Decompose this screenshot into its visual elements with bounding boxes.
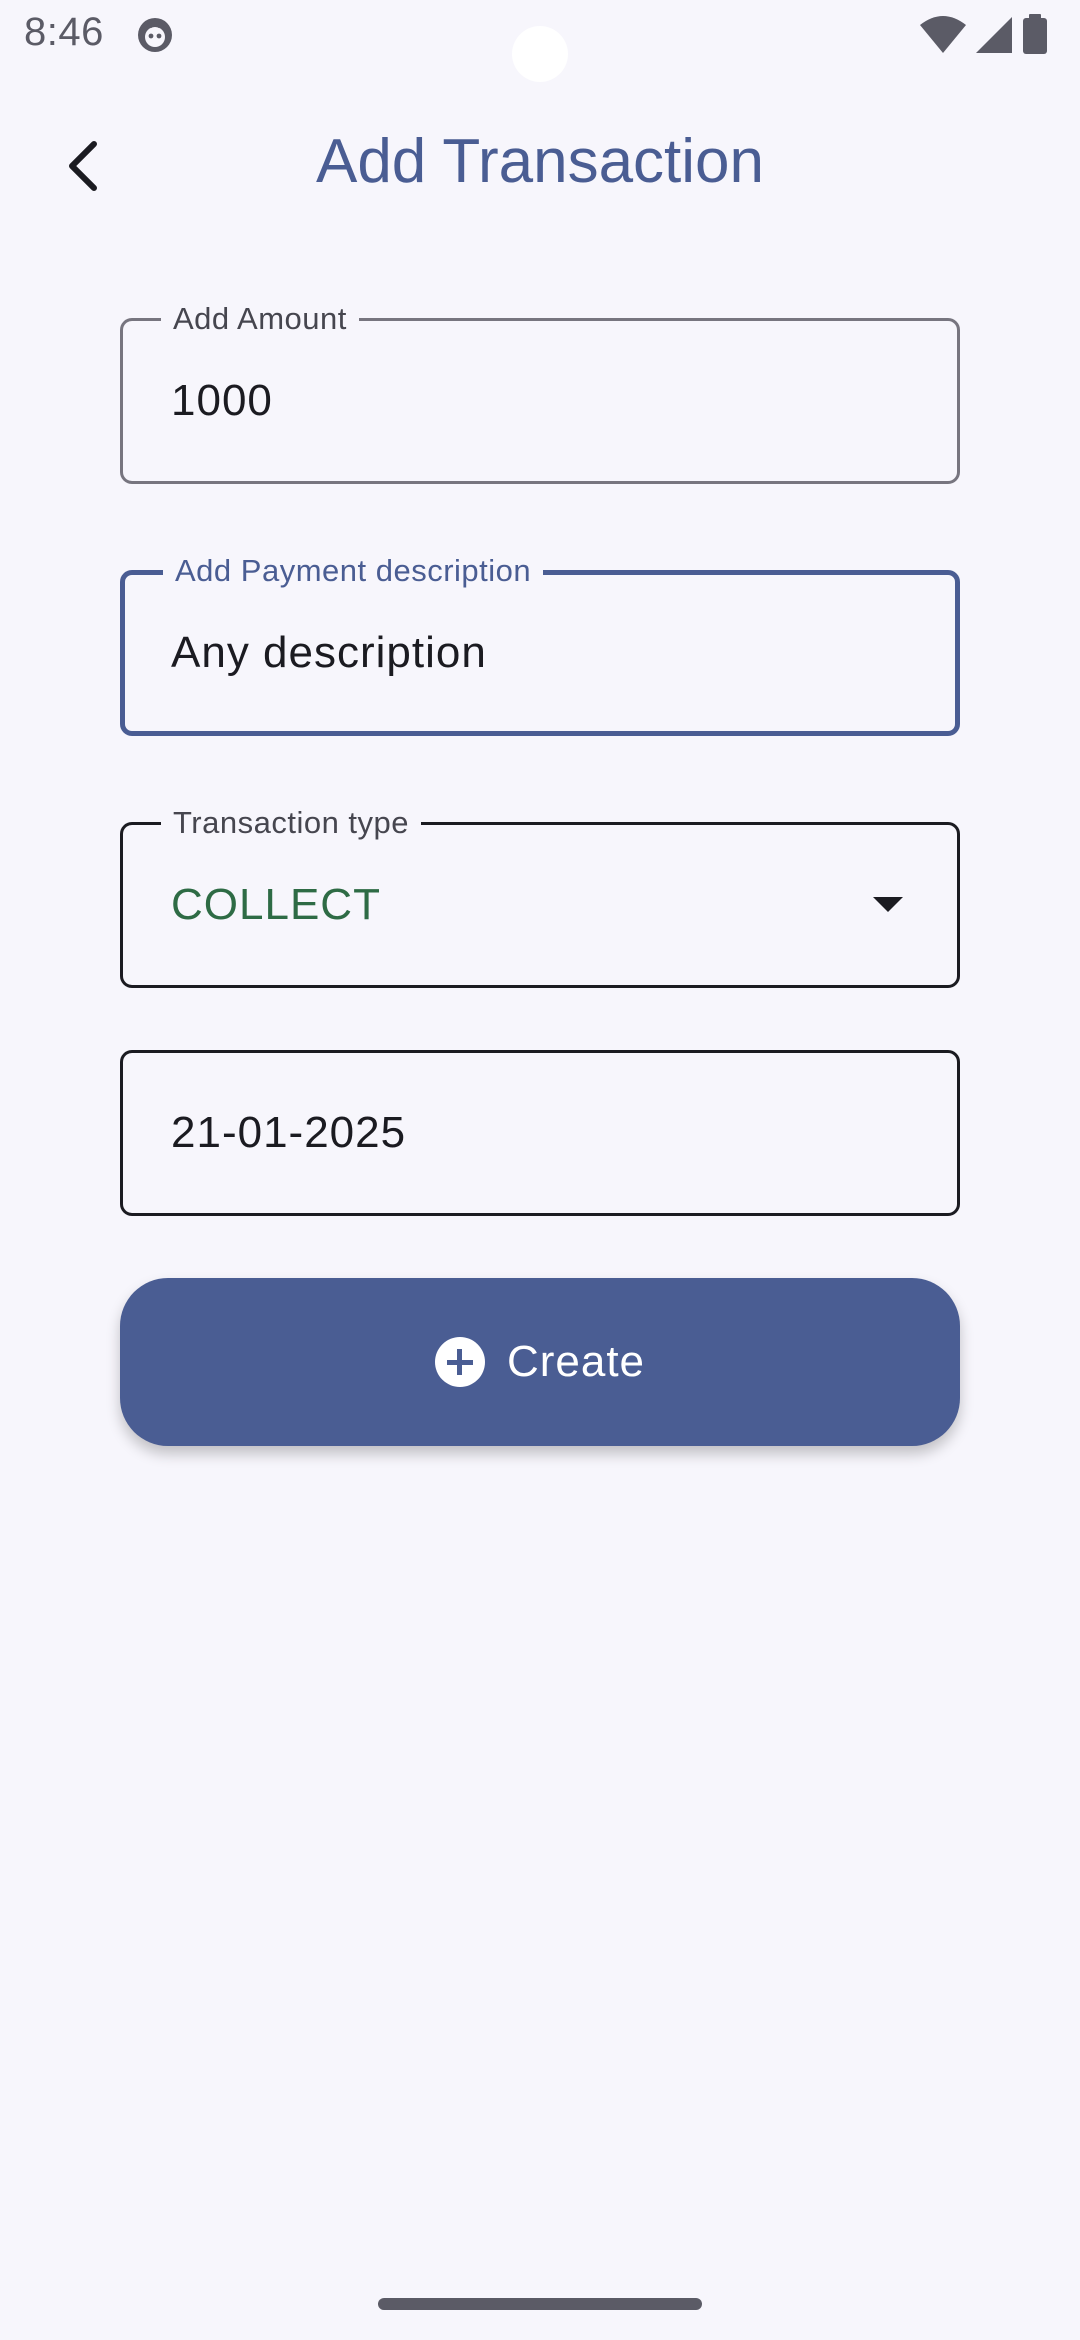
transaction-type-dropdown[interactable]: Transaction type COLLECT (120, 803, 960, 988)
create-button-label: Create (506, 1337, 646, 1386)
add-transaction-screen: 8:46 Add Transaction Add Amount 1000 Add… (0, 0, 1080, 2340)
transaction-type-value: COLLECT (171, 880, 381, 929)
status-time: 8:46 (24, 10, 104, 54)
add-circle-icon (434, 1337, 485, 1387)
page-title: Add Transaction (315, 127, 765, 196)
create-button[interactable]: Create (120, 1278, 960, 1446)
description-value: Any description (171, 628, 487, 677)
dropdown-arrow-icon[interactable] (873, 897, 903, 912)
date-field[interactable]: 21-01-2025 (120, 1050, 960, 1216)
gesture-navigation-bar[interactable] (378, 2298, 702, 2310)
date-value: 21-01-2025 (171, 1108, 407, 1157)
camera-cutout (512, 26, 568, 82)
battery-icon (1020, 14, 1050, 61)
status-icons (918, 14, 1050, 61)
amount-field[interactable]: Add Amount 1000 (120, 299, 960, 484)
signal-icon (974, 15, 1014, 60)
description-field[interactable]: Add Payment description Any description (120, 551, 960, 736)
status-bar: 8:46 (0, 0, 1080, 82)
amount-value: 1000 (171, 376, 273, 425)
app-notification-icon (136, 16, 174, 54)
wifi-icon (918, 15, 968, 60)
